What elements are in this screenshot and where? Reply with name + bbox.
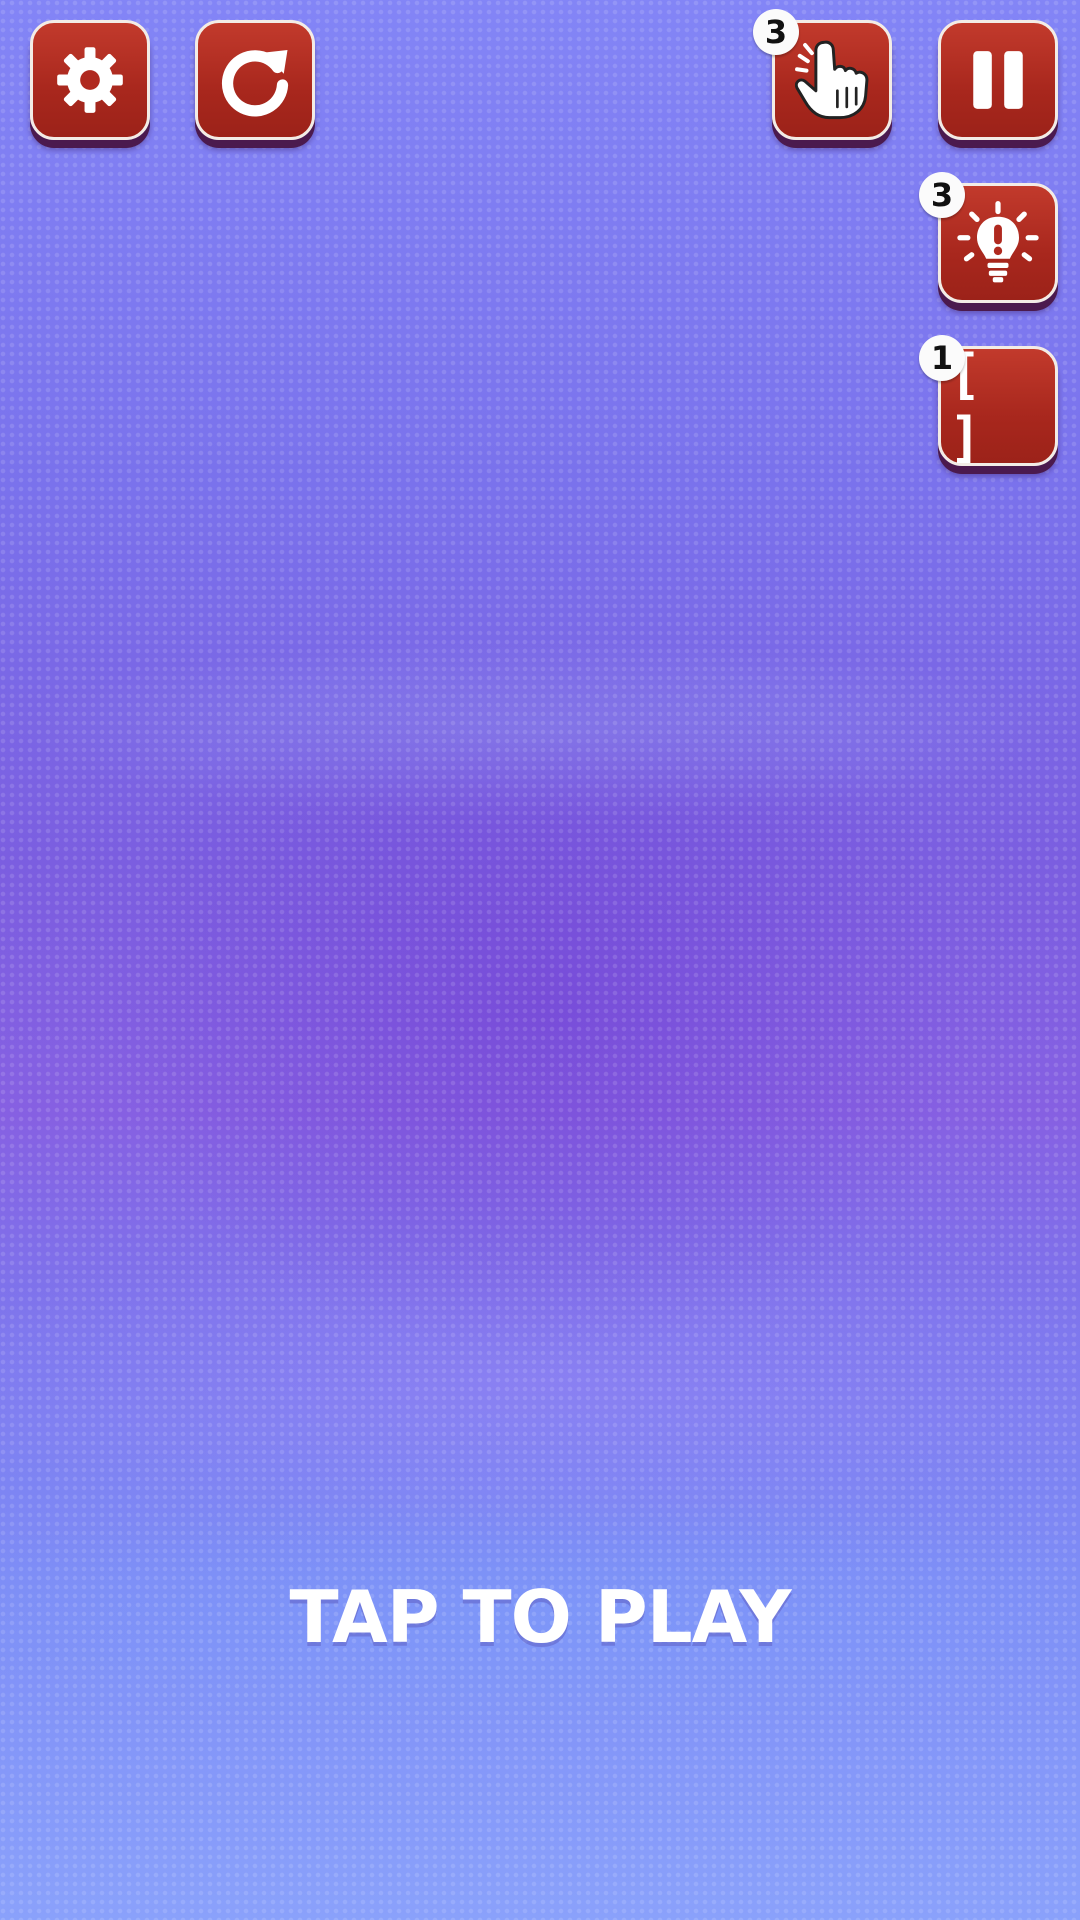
lightbulb-hint-button[interactable]: 3 — [919, 172, 1058, 303]
pointing-hand-icon — [794, 40, 869, 120]
bracket-tool-button[interactable]: 1 [ ] — [919, 335, 1058, 469]
pause-button[interactable] — [938, 20, 1058, 140]
bracket-label: [ ] — [949, 343, 990, 469]
lightbulb-hint-count-badge: 3 — [919, 172, 965, 218]
lightbulb-icon — [957, 201, 1039, 283]
hand-hint-count-badge: 3 — [753, 9, 799, 55]
gear-icon — [57, 47, 123, 113]
pause-icon — [973, 51, 1023, 109]
restart-icon — [221, 50, 289, 117]
hand-hint-button[interactable]: 3 — [753, 9, 892, 140]
tap-to-play-prompt[interactable]: TAP TO PLAY — [0, 1575, 1080, 1659]
settings-button[interactable] — [30, 20, 150, 140]
restart-button[interactable] — [195, 20, 315, 140]
bracket-tool-count-badge: 1 — [919, 335, 965, 381]
